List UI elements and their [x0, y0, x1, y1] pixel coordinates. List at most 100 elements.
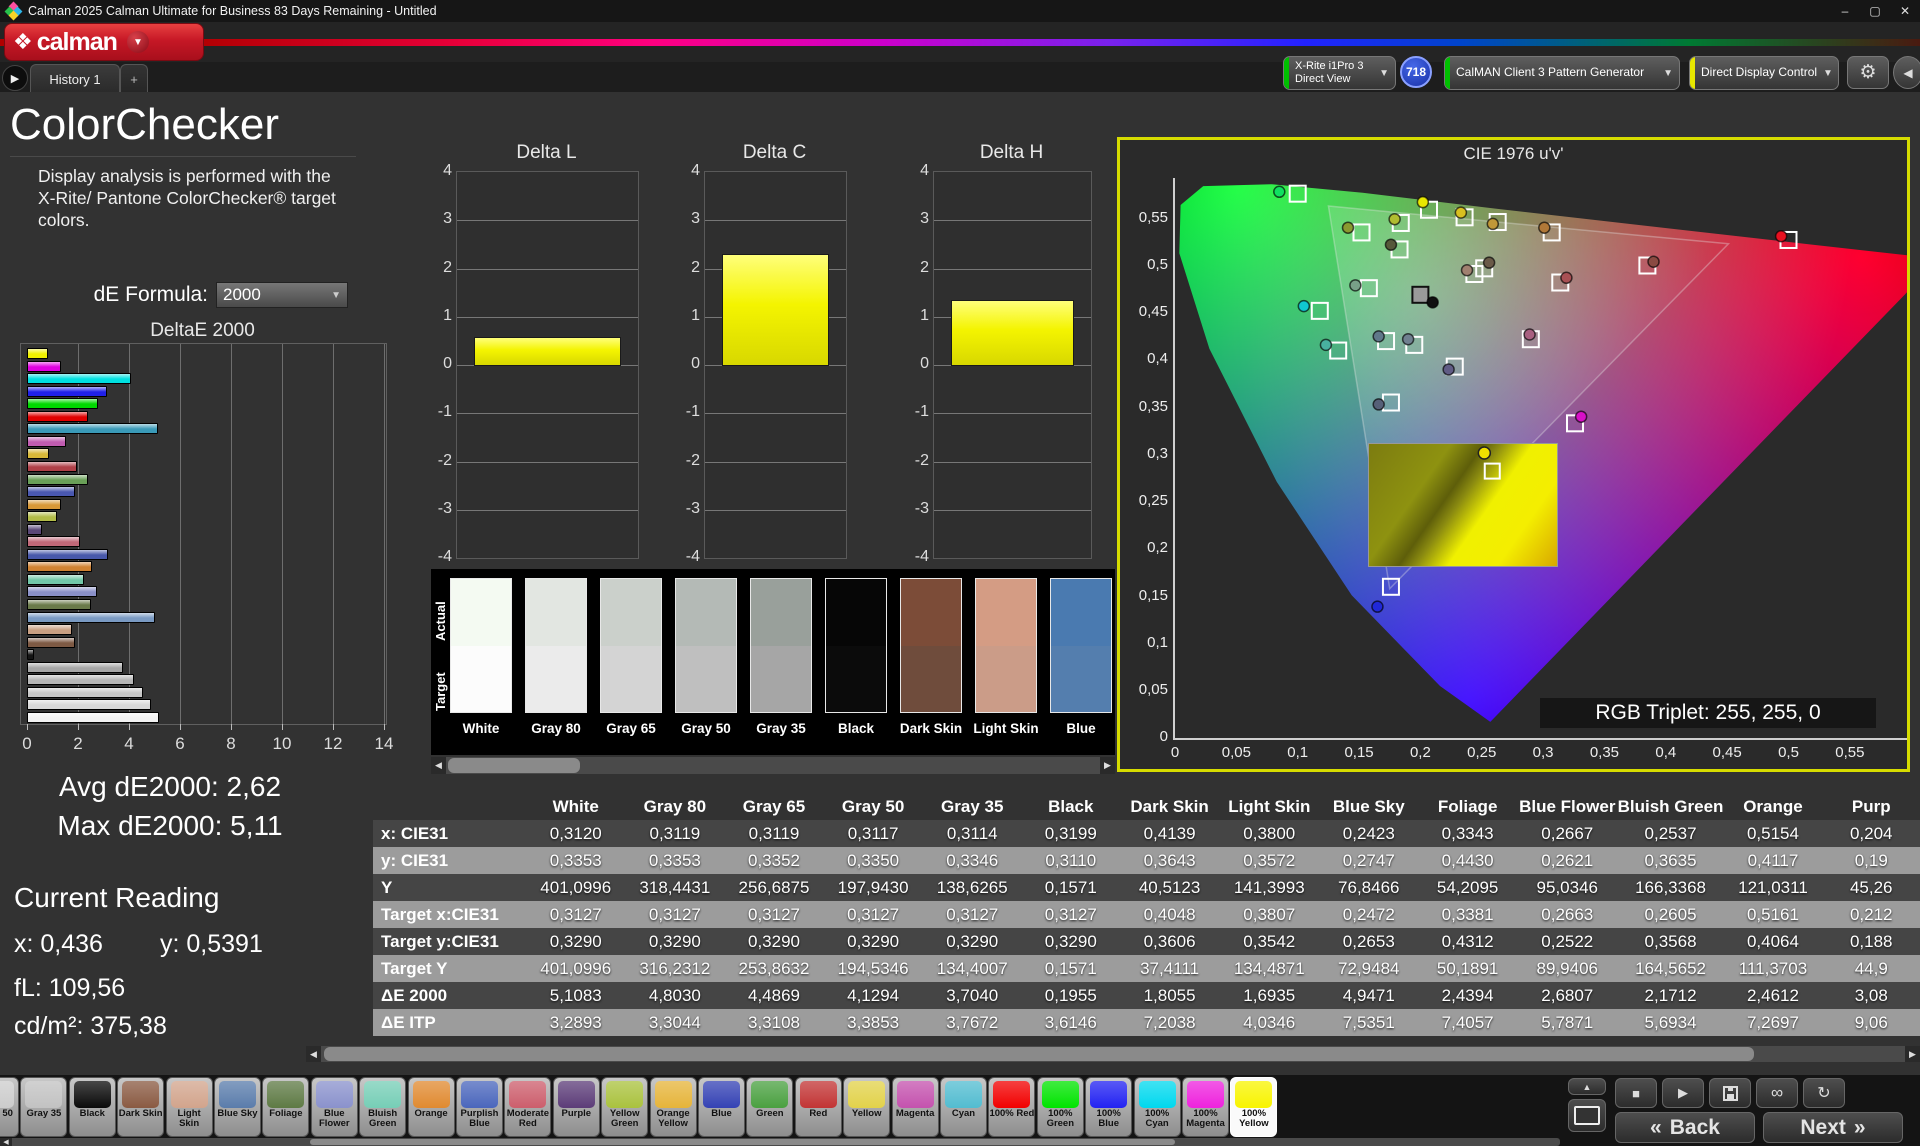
- pattern-button-yellow-green[interactable]: Yellow Green: [601, 1077, 648, 1137]
- pattern-button-gray-35[interactable]: Gray 35: [20, 1077, 67, 1137]
- continuous-measure-button[interactable]: ∞: [1756, 1078, 1798, 1108]
- actual-swatch: [676, 579, 736, 646]
- delta-bar: [474, 337, 621, 366]
- pattern-generator-dropdown[interactable]: CalMAN Client 3 Pattern Generator ▼: [1444, 56, 1680, 90]
- pattern-button-foliage[interactable]: Foliage: [262, 1077, 309, 1137]
- pattern-button-100-green[interactable]: 100% Green: [1037, 1077, 1084, 1137]
- table-cell: 0,4430: [1418, 847, 1517, 874]
- pattern-color-chip: [655, 1081, 692, 1108]
- table-cell: 44,9: [1822, 955, 1920, 982]
- calman-menu-button[interactable]: ❖ calman ▼: [4, 23, 204, 61]
- pattern-button-cyan[interactable]: Cyan: [940, 1077, 987, 1137]
- table-cell: 7,2038: [1120, 1009, 1220, 1036]
- minimize-button[interactable]: –: [1830, 0, 1860, 22]
- deltae-chart-title: DeltaE 2000: [20, 320, 385, 342]
- maximize-button[interactable]: ▢: [1860, 0, 1890, 22]
- toolbar-scrollbar[interactable]: ◀: [0, 1138, 1560, 1146]
- swatch-strip-scrollbar[interactable]: ◀ ▶: [431, 757, 1115, 774]
- pattern-button-100-magenta[interactable]: 100% Magenta: [1182, 1077, 1229, 1137]
- pattern-button-green[interactable]: Green: [746, 1077, 793, 1137]
- pattern-button-blue[interactable]: Blue: [698, 1077, 745, 1137]
- deltae-bar: [27, 486, 75, 497]
- meter-count-badge[interactable]: 718: [1400, 56, 1432, 88]
- pattern-button-black[interactable]: Black: [69, 1077, 116, 1137]
- y-tick-label: 4: [426, 162, 452, 180]
- display-control-dropdown[interactable]: Direct Display Control ▼: [1689, 56, 1839, 90]
- pattern-button-magenta[interactable]: Magenta: [892, 1077, 939, 1137]
- scroll-left-icon[interactable]: ◀: [0, 1138, 12, 1146]
- table-cell: 0,2522: [1517, 928, 1618, 955]
- pattern-button-orange-yellow[interactable]: Orange Yellow: [650, 1077, 697, 1137]
- table-cell: 3,6146: [1022, 1009, 1120, 1036]
- pattern-button-orange[interactable]: Orange: [408, 1077, 455, 1137]
- scrollbar-thumb[interactable]: [448, 758, 580, 773]
- gridline: [705, 510, 846, 511]
- scroll-left-icon[interactable]: ◀: [306, 1046, 321, 1062]
- collapse-toolbar-button[interactable]: ▲: [1568, 1078, 1606, 1095]
- pattern-window-button[interactable]: [1568, 1099, 1606, 1132]
- deltae-bar: [27, 398, 98, 409]
- delta-bar: [722, 254, 829, 366]
- close-button[interactable]: ✕: [1890, 0, 1920, 22]
- pattern-label: Blue Sky: [215, 1109, 260, 1119]
- loop-button[interactable]: ↻: [1803, 1078, 1845, 1108]
- table-cell: 2,4394: [1418, 982, 1517, 1009]
- pattern-button-100-cyan[interactable]: 100% Cyan: [1134, 1077, 1181, 1137]
- pattern-button-red[interactable]: Red: [795, 1077, 842, 1137]
- pattern-button-100-yellow[interactable]: 100% Yellow: [1230, 1077, 1277, 1137]
- tab-scroll-button[interactable]: ▶: [2, 65, 28, 91]
- chevron-down-icon: ▼: [1663, 68, 1673, 79]
- y-tick-label: 0,05: [1124, 681, 1168, 698]
- pattern-label: Bluish Green: [360, 1109, 405, 1129]
- settings-button[interactable]: ⚙: [1847, 56, 1889, 89]
- tab-history-1[interactable]: History 1: [30, 64, 120, 93]
- patch-label: White: [442, 721, 520, 736]
- table-cell: 89,9406: [1517, 955, 1618, 982]
- meter-dropdown[interactable]: X-Rite i1Pro 3 Direct View ▼: [1283, 56, 1396, 90]
- avg-de2000: Avg dE2000: 2,62: [0, 768, 340, 807]
- table-cell: 0,3353: [526, 847, 625, 874]
- chevron-down-icon: ▼: [1823, 68, 1833, 79]
- add-tab-button[interactable]: +: [120, 64, 148, 93]
- scrollbar-thumb[interactable]: [310, 1139, 1175, 1145]
- pattern-button-yellow[interactable]: Yellow: [843, 1077, 890, 1137]
- pattern-button-gray-50[interactable]: Gray 50: [0, 1077, 19, 1137]
- pattern-label: Gray 35: [21, 1109, 66, 1119]
- gridline: [282, 344, 283, 724]
- scroll-left-icon[interactable]: ◀: [431, 757, 446, 774]
- table-cell: 134,4007: [923, 955, 1022, 982]
- de-formula-select[interactable]: 2000 ▼: [216, 282, 348, 308]
- table-cell: 0,3110: [1022, 847, 1120, 874]
- table-scrollbar[interactable]: ◀ ▶: [306, 1046, 1920, 1062]
- pattern-button-dark-skin[interactable]: Dark Skin: [117, 1077, 164, 1137]
- scroll-right-icon[interactable]: ▶: [1100, 757, 1115, 774]
- x-tick-label: 0,05: [1211, 744, 1261, 761]
- pattern-button-purple[interactable]: Purple: [553, 1077, 600, 1137]
- column-header: Foliage: [1418, 793, 1517, 820]
- pattern-button-moderate-red[interactable]: Moderate Red: [504, 1077, 551, 1137]
- save-snapshot-button[interactable]: [1709, 1078, 1751, 1108]
- pattern-button-100-red[interactable]: 100% Red: [988, 1077, 1035, 1137]
- back-button[interactable]: « Back: [1615, 1112, 1755, 1143]
- pattern-button-blue-sky[interactable]: Blue Sky: [214, 1077, 261, 1137]
- pattern-button-bluish-green[interactable]: Bluish Green: [359, 1077, 406, 1137]
- pattern-label: Yellow: [844, 1109, 889, 1119]
- play-button[interactable]: ▶: [1662, 1078, 1704, 1108]
- current-reading-y: y: 0,5391: [160, 930, 263, 959]
- y-tick-label: -1: [903, 403, 929, 421]
- next-button[interactable]: Next »: [1763, 1112, 1903, 1143]
- pattern-button-blue-flower[interactable]: Blue Flower: [311, 1077, 358, 1137]
- column-header: Black: [1022, 793, 1120, 820]
- pattern-color-chip: [848, 1081, 885, 1108]
- table-cell: 197,9430: [824, 874, 923, 901]
- table-cell: 3,08: [1822, 982, 1920, 1009]
- x-tick-label: 0,2: [1395, 744, 1445, 761]
- stop-button[interactable]: ■: [1615, 1078, 1657, 1108]
- inset-point-markers: [1369, 444, 1555, 564]
- pattern-button-purplish-blue[interactable]: Purplish Blue: [456, 1077, 503, 1137]
- pattern-button-100-blue[interactable]: 100% Blue: [1085, 1077, 1132, 1137]
- scroll-right-icon[interactable]: ▶: [1905, 1046, 1920, 1062]
- collapse-panel-button[interactable]: ◀: [1893, 56, 1920, 89]
- scrollbar-thumb[interactable]: [324, 1047, 1754, 1061]
- pattern-button-light-skin[interactable]: Light Skin: [166, 1077, 213, 1137]
